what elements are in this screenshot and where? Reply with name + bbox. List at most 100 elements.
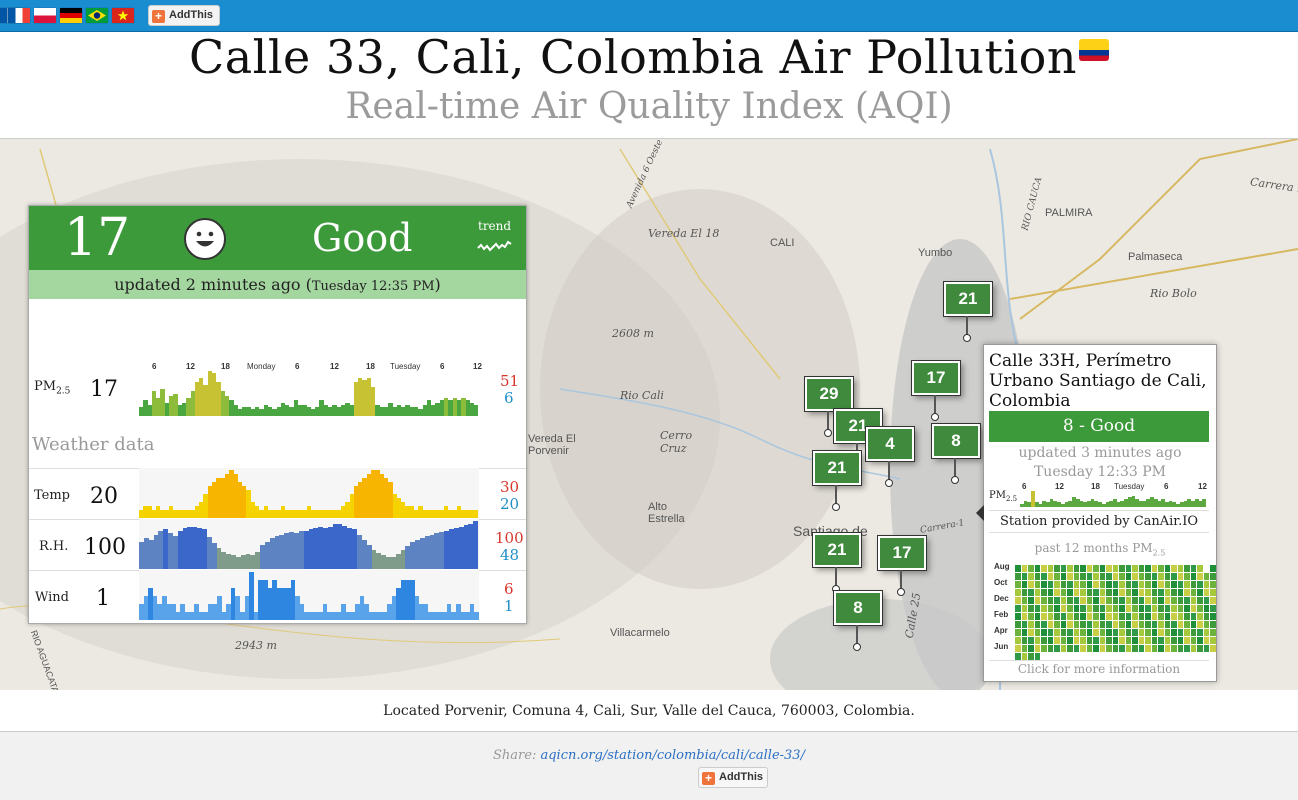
calendar-cell <box>1067 645 1073 652</box>
calendar-cell <box>1138 629 1144 636</box>
calendar-cell <box>1106 653 1112 660</box>
calendar-cell <box>1073 613 1079 620</box>
calendar-cell <box>1041 613 1047 620</box>
calendar-cell <box>1099 645 1105 652</box>
share-link[interactable]: aqicn.org/station/colombia/cali/calle-33… <box>540 748 804 763</box>
calendar-cell <box>1054 565 1060 572</box>
calendar-cell <box>1139 653 1145 660</box>
station-marker[interactable]: 8 <box>932 424 980 484</box>
station-marker[interactable]: 21 <box>944 282 992 342</box>
aqi-panel: 17 Good trend updated 2 minutes ago (Tue… <box>28 205 527 624</box>
calendar-cell <box>1074 653 1080 660</box>
addthis-button[interactable]: + AddThis <box>148 5 220 26</box>
station-marker[interactable]: 17 <box>878 536 926 596</box>
calendar-cell <box>1197 589 1203 596</box>
wind-chart[interactable] <box>139 570 479 620</box>
calendar-cell <box>1028 589 1034 596</box>
calendar-cell <box>1171 573 1177 580</box>
calendar-cell <box>1184 629 1190 636</box>
station-pm-chart[interactable] <box>1020 491 1206 507</box>
calendar-cell <box>1119 613 1125 620</box>
calendar-cell <box>1021 581 1027 588</box>
station-provider[interactable]: Station provided by CanAir.IO <box>989 510 1209 533</box>
calendar-cell <box>1041 637 1047 644</box>
calendar-cell <box>1060 573 1066 580</box>
calendar-cell <box>1093 653 1099 660</box>
calendar-cell <box>1184 581 1190 588</box>
aqi-value: 17 <box>64 208 131 268</box>
calendar-cell <box>1177 621 1183 628</box>
calendar-cell <box>1138 565 1144 572</box>
addthis-button[interactable]: + AddThis <box>698 767 768 788</box>
station-marker[interactable]: 21 <box>813 451 861 511</box>
map-label-rio-cali: Rio Cali <box>620 389 664 402</box>
calendar-cell <box>1106 621 1112 628</box>
calendar-cell <box>1073 597 1079 604</box>
flag-pl-icon[interactable] <box>34 8 56 23</box>
calendar-cell <box>1158 645 1164 652</box>
calendar-cell <box>1145 629 1151 636</box>
calendar-cell <box>1151 605 1157 612</box>
calendar-cell <box>1093 645 1099 652</box>
yearly-calendar-heatmap[interactable] <box>1015 565 1216 660</box>
calendar-cell <box>1086 613 1092 620</box>
calendar-cell <box>1060 581 1066 588</box>
calendar-cell <box>1080 589 1086 596</box>
calendar-cell <box>1067 573 1073 580</box>
calendar-cell <box>1210 629 1216 636</box>
calendar-cell <box>1060 629 1066 636</box>
calendar-cell <box>1015 597 1021 604</box>
map-label-yumbo: Yumbo <box>918 247 953 259</box>
location-text: Located Porvenir, Comuna 4, Cali, Sur, V… <box>383 703 915 719</box>
calendar-cell <box>1145 581 1151 588</box>
calendar-cell <box>1060 589 1066 596</box>
calendar-cell <box>1145 621 1151 628</box>
aqi-header: 17 Good trend <box>29 206 526 270</box>
flag-de-icon[interactable] <box>60 8 82 23</box>
calendar-cell <box>1021 637 1027 644</box>
station-marker[interactable]: 4 <box>866 427 914 487</box>
station-popup[interactable]: Calle 33H, Perímetro Urbano Santiago de … <box>976 344 1217 682</box>
calendar-cell <box>1203 581 1209 588</box>
calendar-cell <box>1119 629 1125 636</box>
pm25-chart[interactable] <box>139 366 479 416</box>
wind-min: 1 <box>504 597 514 615</box>
map-label-2943m: 2943 m <box>235 639 277 652</box>
station-marker[interactable]: 29 <box>805 377 853 437</box>
station-marker[interactable]: 17 <box>912 361 960 421</box>
station-marker[interactable]: 8 <box>834 591 882 651</box>
calendar-cell <box>1047 637 1053 644</box>
calendar-cell <box>1054 573 1060 580</box>
flag-vn-icon[interactable] <box>112 8 134 23</box>
station-marker-value: 21 <box>848 416 868 435</box>
station-marker-value: 17 <box>926 368 946 387</box>
map-label-cali: CALI <box>770 237 795 249</box>
calendar-cell <box>1145 573 1151 580</box>
calendar-cell <box>1190 637 1196 644</box>
calendar-cell <box>1099 597 1105 604</box>
calendar-cell <box>1054 605 1060 612</box>
trend-sparkline-icon[interactable] <box>477 236 513 254</box>
calendar-cell <box>1073 589 1079 596</box>
calendar-cell <box>1203 621 1209 628</box>
station-marker[interactable]: 21 <box>813 533 861 593</box>
calendar-cell <box>1034 573 1040 580</box>
calendar-cell <box>1086 565 1092 572</box>
more-info-link[interactable]: Click for more information <box>989 660 1209 676</box>
calendar-cell <box>1112 629 1118 636</box>
temp-chart[interactable] <box>139 468 479 518</box>
flag-br-icon[interactable] <box>86 8 108 23</box>
calendar-cell <box>1112 637 1118 644</box>
calendar-cell <box>1190 589 1196 596</box>
flag-fr-icon-2[interactable] <box>8 8 30 23</box>
calendar-cell <box>1054 597 1060 604</box>
wind-max: 6 <box>504 580 514 598</box>
updated-time: Tuesday 12:35 PM <box>311 279 435 294</box>
calendar-cell <box>1112 573 1118 580</box>
calendar-cell <box>1093 621 1099 628</box>
calendar-cell <box>1177 605 1183 612</box>
station-marker-value: 8 <box>853 598 863 617</box>
calendar-cell <box>1138 597 1144 604</box>
rh-chart[interactable] <box>139 519 479 569</box>
calendar-cell <box>1210 597 1216 604</box>
